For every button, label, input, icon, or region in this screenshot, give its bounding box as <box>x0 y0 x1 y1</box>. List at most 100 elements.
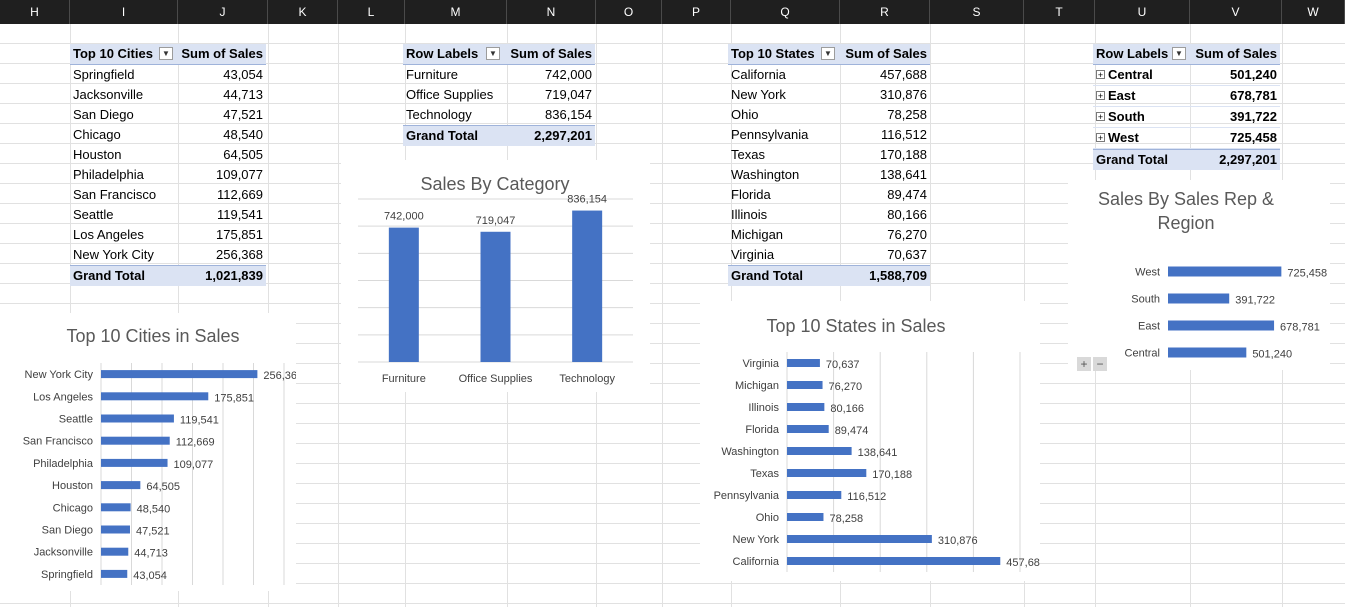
pivot-row-label: Chicago <box>73 127 121 142</box>
filter-dropdown-icon[interactable]: ▼ <box>159 47 173 60</box>
collapse-field-button[interactable]: − <box>1093 357 1107 371</box>
category-label: Florida <box>745 424 780 436</box>
grand-total-label: Grand Total <box>73 268 145 283</box>
pivot-row[interactable]: Philadelphia 109,077 <box>70 165 266 185</box>
pivot-row[interactable]: Washington 138,641 <box>728 165 930 185</box>
pivot-row[interactable]: Ohio 78,258 <box>728 105 930 125</box>
pivot-header-row[interactable]: Row Labels ▼ Sum of Sales <box>1093 44 1280 65</box>
bar <box>101 547 129 556</box>
bar <box>787 359 820 367</box>
pivot-row[interactable]: + South 391,722 <box>1093 107 1280 128</box>
pivot-row-labels-header: Row Labels <box>1096 46 1169 61</box>
pivot-table-top-cities[interactable]: Top 10 Cities ▼ Sum of Sales Springfield… <box>70 44 266 286</box>
pivot-table-top-states[interactable]: Top 10 States ▼ Sum of Sales California 4… <box>728 44 930 286</box>
column-header-r[interactable]: R <box>840 0 930 24</box>
column-header-v[interactable]: V <box>1190 0 1282 24</box>
chart-top-cities[interactable]: Top 10 Cities in Sales New York City 256,3… <box>0 313 296 591</box>
column-header-t[interactable]: T <box>1024 0 1095 24</box>
pivot-row[interactable]: Furniture 742,000 <box>403 65 595 85</box>
pivot-row[interactable]: Houston 64,505 <box>70 145 266 165</box>
pivot-row[interactable]: Office Supplies 719,047 <box>403 85 595 105</box>
chart-top-states[interactable]: Top 10 States in Sales Virginia 70,637 Mich… <box>700 301 1040 581</box>
column-header-s[interactable]: S <box>930 0 1024 24</box>
pivot-grand-total-row[interactable]: Grand Total 2,297,201 <box>1093 149 1280 170</box>
bar <box>787 535 932 543</box>
chart-title: Top 10 States in Sales <box>766 316 945 336</box>
bar <box>787 425 829 433</box>
pivot-row-label: San Francisco <box>73 187 157 202</box>
data-label: 836,154 <box>567 194 607 206</box>
chart-title: Top 10 Cities in Sales <box>66 326 239 346</box>
chart-title: Sales By Category <box>420 174 569 194</box>
pivot-header-row[interactable]: Row Labels ▼ Sum of Sales <box>403 44 595 65</box>
expand-plus-icon[interactable]: + <box>1096 133 1105 143</box>
category-label: New York City <box>25 369 94 381</box>
pivot-row[interactable]: + Central 501,240 <box>1093 65 1280 86</box>
column-header-n[interactable]: N <box>507 0 596 24</box>
data-label: 119,541 <box>180 415 219 427</box>
chart-sales-by-region[interactable]: Sales By Sales Rep & Region West 725,458 Sou… <box>1068 180 1330 370</box>
column-header-u[interactable]: U <box>1095 0 1190 24</box>
pivot-row[interactable]: Chicago 48,540 <box>70 125 266 145</box>
category-label: Springfield <box>41 569 93 581</box>
pivot-row-value: 44,713 <box>223 87 263 102</box>
pivot-row[interactable]: Springfield 43,054 <box>70 65 266 85</box>
column-header-k[interactable]: K <box>268 0 338 24</box>
data-label: 457,688 <box>1006 557 1040 569</box>
pivot-row[interactable]: New York City 256,368 <box>70 245 266 265</box>
pivot-row[interactable]: + West 725,458 <box>1093 128 1280 149</box>
pivot-grand-total-row[interactable]: Grand Total 1,021,839 <box>70 265 266 286</box>
pivot-row[interactable]: California 457,688 <box>728 65 930 85</box>
pivot-row[interactable]: San Francisco 112,669 <box>70 185 266 205</box>
column-header-o[interactable]: O <box>596 0 662 24</box>
column-header-p[interactable]: P <box>662 0 731 24</box>
expand-plus-icon[interactable]: + <box>1096 70 1105 80</box>
pivot-row[interactable]: Michigan 76,270 <box>728 225 930 245</box>
column-header-bar: HIJKLMNOPQRSTUVW <box>0 0 1345 24</box>
pivot-row[interactable]: Jacksonville 44,713 <box>70 85 266 105</box>
bar <box>787 403 825 411</box>
expand-plus-icon[interactable]: + <box>1096 112 1105 122</box>
pivot-header-row[interactable]: Top 10 States ▼ Sum of Sales <box>728 44 930 65</box>
chevron-down-icon[interactable]: ▼ <box>486 47 500 60</box>
pivot-row[interactable]: New York 310,876 <box>728 85 930 105</box>
pivot-row-label: Florida <box>731 187 771 202</box>
column-header-q[interactable]: Q <box>731 0 840 24</box>
pivot-table-region[interactable]: Row Labels ▼ Sum of Sales + Central 501,24… <box>1093 44 1280 170</box>
pivot-grand-total-row[interactable]: Grand Total 2,297,201 <box>403 125 595 146</box>
expand-field-button[interactable]: + <box>1077 357 1091 371</box>
pivot-row-value: 138,641 <box>880 167 927 182</box>
pivot-header-row[interactable]: Top 10 Cities ▼ Sum of Sales <box>70 44 266 65</box>
expand-plus-icon[interactable]: + <box>1096 91 1105 101</box>
column-header-j[interactable]: J <box>178 0 268 24</box>
pivot-grand-total-row[interactable]: Grand Total 1,588,709 <box>728 265 930 286</box>
category-label: Washington <box>721 446 779 458</box>
pivot-row[interactable]: Pennsylvania 116,512 <box>728 125 930 145</box>
pivot-row[interactable]: Illinois 80,166 <box>728 205 930 225</box>
pivot-row[interactable]: Texas 170,188 <box>728 145 930 165</box>
column-header-l[interactable]: L <box>338 0 405 24</box>
pivot-row[interactable]: + East 678,781 <box>1093 86 1280 107</box>
pivot-row[interactable]: San Diego 47,521 <box>70 105 266 125</box>
pivot-row-label: Ohio <box>731 107 759 122</box>
pivot-row-value: 175,851 <box>216 227 263 242</box>
pivot-row[interactable]: Technology 836,154 <box>403 105 595 125</box>
pivot-row[interactable]: Seattle 119,541 <box>70 205 266 225</box>
column-header-h[interactable]: H <box>0 0 70 24</box>
grand-total-label: Grand Total <box>1096 152 1168 167</box>
pivot-value-header: Sum of Sales <box>181 46 263 61</box>
pivot-row[interactable]: Virginia 70,637 <box>728 245 930 265</box>
pivot-row[interactable]: Los Angeles 175,851 <box>70 225 266 245</box>
category-label: Virginia <box>743 358 780 370</box>
chevron-down-icon[interactable]: ▼ <box>1172 47 1186 60</box>
pivot-row[interactable]: Florida 89,474 <box>728 185 930 205</box>
column-header-m[interactable]: M <box>405 0 507 24</box>
column-header-w[interactable]: W <box>1282 0 1345 24</box>
filter-dropdown-icon[interactable]: ▼ <box>821 47 835 60</box>
pivot-row-label: West <box>1108 130 1139 145</box>
chart-sales-by-category[interactable]: Sales By Category 742,000 Furniture 719,047… <box>341 160 650 392</box>
pivot-row-value: 116,512 <box>880 127 927 142</box>
column-header-i[interactable]: I <box>70 0 178 24</box>
grand-total-label: Grand Total <box>731 268 803 283</box>
pivot-table-category[interactable]: Row Labels ▼ Sum of Sales Furniture 742,0… <box>403 44 595 146</box>
